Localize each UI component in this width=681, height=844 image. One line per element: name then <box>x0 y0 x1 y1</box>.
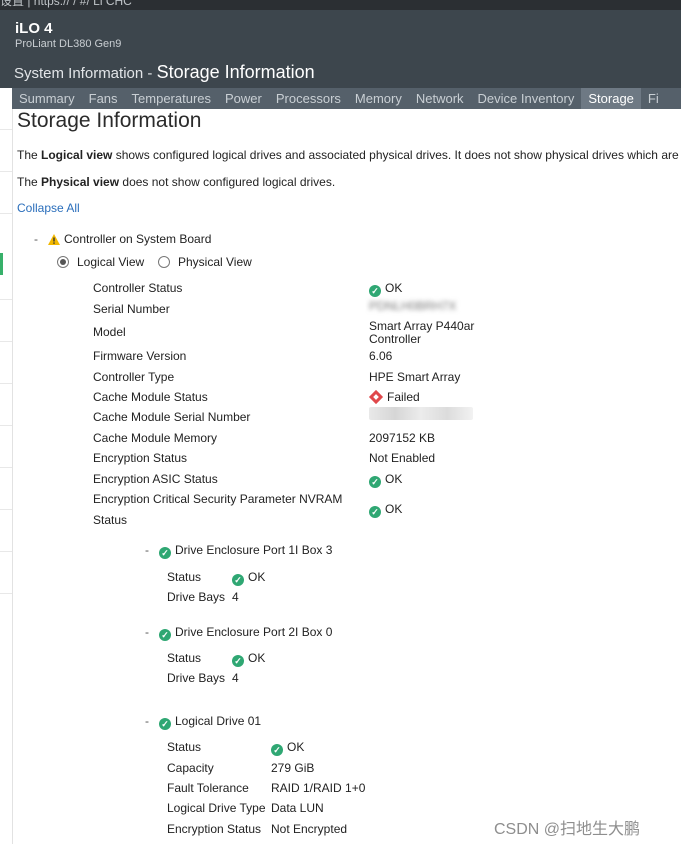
field-label: Controller Type <box>93 370 175 384</box>
tab-processors[interactable]: Processors <box>269 88 348 109</box>
enclosure-2-collapse-toggle[interactable]: - <box>145 625 149 639</box>
enclosure-2-heading[interactable]: ✓ Drive Enclosure Port 2I Box 0 <box>159 625 332 641</box>
tab-storage[interactable]: Storage <box>581 88 641 109</box>
tab-memory[interactable]: Memory <box>348 88 409 109</box>
cache-module-memory-value: 2097152 KB <box>369 431 436 445</box>
ok-icon: ✓ <box>232 655 244 667</box>
logical-view-radio[interactable]: Logical View <box>57 255 144 269</box>
field-label: Encryption Critical Security Parameter N… <box>93 492 343 506</box>
field-label: Model <box>93 325 126 339</box>
fault-tolerance-value: RAID 1/RAID 1+0 <box>271 781 366 795</box>
enclosure-2-status-value: ✓ OK <box>232 651 265 667</box>
encryption-nvram-status-value: ✓ OK <box>369 502 402 518</box>
field-label: Serial Number <box>93 302 170 316</box>
field-label: Firmware Version <box>93 349 187 363</box>
ok-icon: ✓ <box>369 476 381 488</box>
enclosure-1-heading[interactable]: ✓ Drive Enclosure Port 1I Box 3 <box>159 543 332 559</box>
tab-temperatures[interactable]: Temperatures <box>125 88 218 109</box>
logical-drive-type-value: Data LUN <box>271 801 324 815</box>
field-label: Drive Bays <box>167 590 226 604</box>
field-label: Status <box>167 740 202 754</box>
storage-content: Storage Information The Logical view sho… <box>12 109 681 844</box>
field-label: Cache Module Serial Number <box>93 410 251 424</box>
ok-icon: ✓ <box>369 285 381 297</box>
tab-summary[interactable]: Summary <box>12 88 82 109</box>
field-label: Drive Bays <box>167 671 226 685</box>
ilo-header: iLO 4 ProLiant DL380 Gen9 System Informa… <box>0 10 681 88</box>
logical-drive-heading[interactable]: ✓ Logical Drive 01 <box>159 714 261 730</box>
server-model: ProLiant DL380 Gen9 <box>15 38 122 50</box>
breadcrumb: System Information - Storage Information <box>14 62 315 83</box>
page-title: Storage Information <box>17 109 202 132</box>
breadcrumb-current-page: Storage Information <box>156 62 315 82</box>
field-label: Fault Tolerance <box>167 781 249 795</box>
field-label: Encryption Status <box>167 822 262 836</box>
cache-module-status-value: Failed <box>368 389 420 405</box>
browser-address-strip: 设置 | https:// / #/ Ll CHC <box>0 0 681 10</box>
collapse-all-link[interactable]: Collapse All <box>17 201 80 215</box>
enclosure-1-collapse-toggle[interactable]: - <box>145 543 149 557</box>
controller-heading[interactable]: Controller on System Board <box>48 232 211 246</box>
ok-icon: ✓ <box>369 506 381 518</box>
ok-icon: ✓ <box>159 629 171 641</box>
field-label: Capacity <box>167 761 214 775</box>
ok-icon: ✓ <box>159 547 171 559</box>
tab-power[interactable]: Power <box>218 88 269 109</box>
watermark: CSDN @扫地生大鹏 <box>494 821 641 838</box>
logical-drive-collapse-toggle[interactable]: - <box>145 714 149 728</box>
field-label: Cache Module Memory <box>93 431 218 445</box>
logical-drive-capacity-value: 279 GiB <box>271 761 315 775</box>
physical-view-description: The Physical view does not show configur… <box>17 175 336 189</box>
enclosure-1-status-value: ✓ OK <box>232 570 265 586</box>
field-label: Logical Drive Type <box>167 801 266 815</box>
warning-icon <box>48 234 60 245</box>
controller-type-value: HPE Smart Array <box>369 370 461 384</box>
firmware-version-value: 6.06 <box>369 349 393 363</box>
ok-icon: ✓ <box>271 744 283 756</box>
ok-icon: ✓ <box>232 574 244 586</box>
tab-firmware[interactable]: Fi <box>641 88 666 109</box>
radio-unselected-icon <box>158 256 170 268</box>
encryption-status-value: Not Enabled <box>369 451 436 465</box>
tab-device-inventory[interactable]: Device Inventory <box>471 88 582 109</box>
controller-collapse-toggle[interactable]: - <box>34 232 38 246</box>
failed-icon <box>368 389 384 405</box>
logical-view-description: The Logical view shows configured logica… <box>17 148 681 162</box>
field-label: Status <box>167 651 202 665</box>
field-label: Status <box>167 570 202 584</box>
active-nav-marker <box>0 253 3 275</box>
breadcrumb-separator: - <box>143 65 157 82</box>
field-label-line2: Status <box>93 513 128 527</box>
model-value-line2: Controller <box>369 332 422 346</box>
ok-icon: ✓ <box>159 718 171 730</box>
field-label: Encryption ASIC Status <box>93 472 218 486</box>
serial-number-value-redacted: PDNLH0BRH7X <box>369 299 457 313</box>
browser-url-text: 设置 | https:// / #/ Ll CHC <box>0 0 132 8</box>
tab-fans[interactable]: Fans <box>82 88 125 109</box>
enclosure-2-drive-bays-value: 4 <box>232 671 239 685</box>
controller-title: Controller on System Board <box>64 232 212 246</box>
tab-network[interactable]: Network <box>409 88 471 109</box>
field-label: Encryption Status <box>93 451 188 465</box>
controller-status-value: ✓ OK <box>369 281 402 297</box>
brand-logo-text: iLO 4 <box>15 20 53 37</box>
logical-drive-status-value: ✓ OK <box>271 740 304 756</box>
field-label: Controller Status <box>93 281 183 295</box>
field-label: Cache Module Status <box>93 390 208 404</box>
physical-view-radio[interactable]: Physical View <box>158 255 252 269</box>
breadcrumb-section[interactable]: System Information <box>14 65 143 82</box>
enclosure-1-drive-bays-value: 4 <box>232 590 239 604</box>
radio-selected-icon <box>57 256 69 268</box>
encryption-asic-status-value: ✓ OK <box>369 472 402 488</box>
cache-serial-value-redacted <box>369 407 473 420</box>
tab-bar: Summary Fans Temperatures Power Processors Me… <box>12 88 681 109</box>
model-value: Smart Array P440ar <box>369 319 475 333</box>
logical-drive-encryption-value: Not Encrypted <box>271 822 348 836</box>
